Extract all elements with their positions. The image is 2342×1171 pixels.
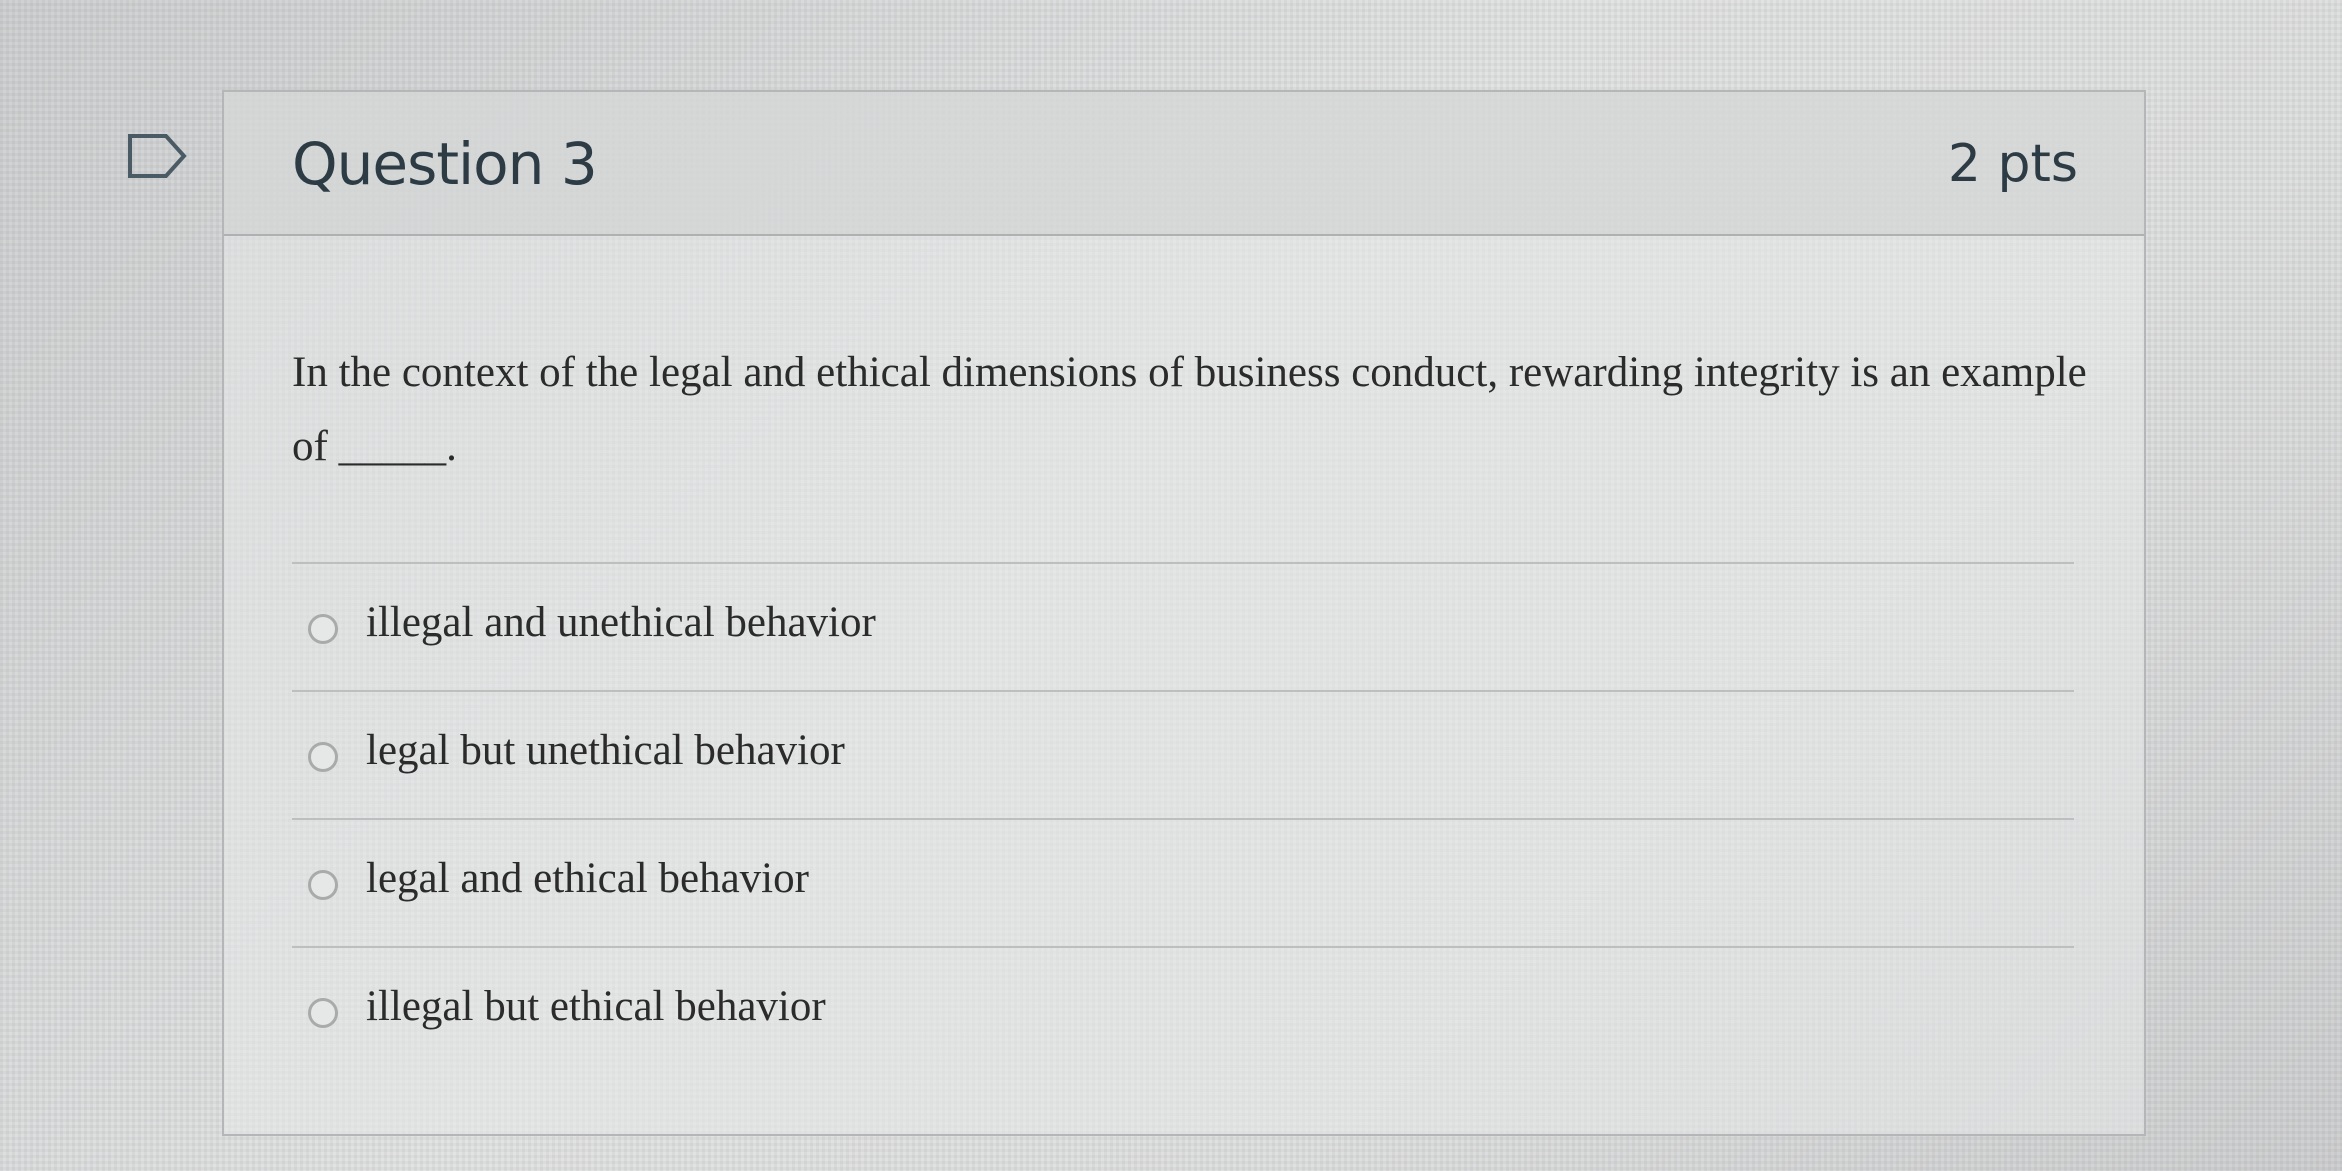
answer-list: illegal and unethical behavior legal but… (292, 562, 2074, 1074)
flag-icon[interactable] (126, 132, 188, 180)
answer-option[interactable]: illegal but ethical behavior (292, 946, 2074, 1074)
answer-option[interactable]: legal and ethical behavior (292, 818, 2074, 946)
question-card: Question 3 2 pts In the context of the l… (222, 90, 2146, 1136)
question-points: 2 pts (1947, 134, 2078, 194)
question-text: In the context of the legal and ethical … (292, 349, 2087, 470)
answer-label[interactable]: legal and ethical behavior (366, 854, 809, 903)
answer-option[interactable]: legal but unethical behavior (292, 690, 2074, 818)
radio-button[interactable] (308, 742, 338, 772)
radio-button[interactable] (308, 998, 338, 1028)
answer-option[interactable]: illegal and unethical behavior (292, 562, 2074, 690)
answer-label[interactable]: illegal but ethical behavior (366, 982, 826, 1031)
question-title: Question 3 (292, 130, 598, 198)
answer-label[interactable]: legal but unethical behavior (366, 726, 845, 775)
question-header: Question 3 2 pts (224, 92, 2144, 236)
radio-button[interactable] (308, 614, 338, 644)
answer-label[interactable]: illegal and unethical behavior (366, 598, 876, 647)
radio-button[interactable] (308, 870, 338, 900)
